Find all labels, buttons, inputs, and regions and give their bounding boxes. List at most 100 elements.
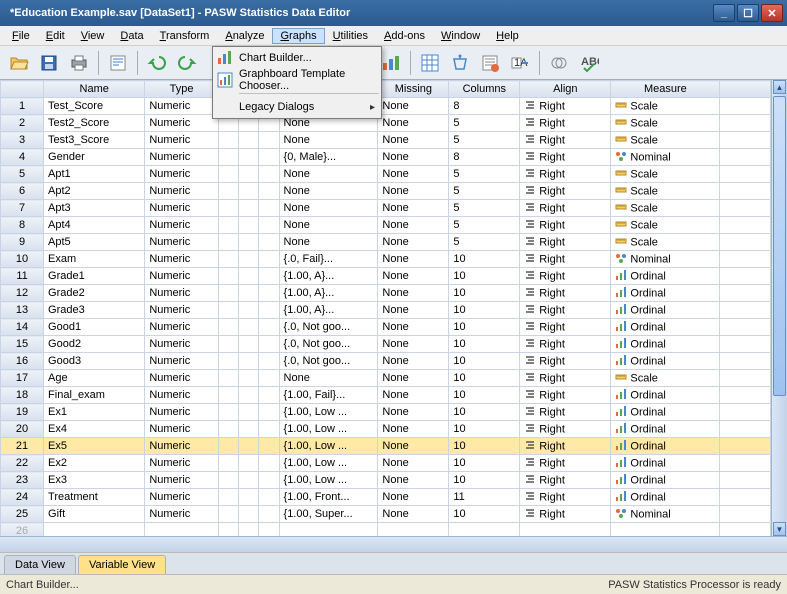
cell-missing[interactable]: None [378, 421, 449, 438]
cell-values[interactable]: None [279, 183, 378, 200]
cell-width[interactable] [218, 353, 238, 370]
cell-label[interactable] [259, 217, 279, 234]
col-header-missing[interactable]: Missing [378, 81, 449, 98]
cell-missing[interactable]: None [378, 251, 449, 268]
table-row-empty[interactable]: 26 [1, 523, 771, 537]
cell-type[interactable]: Numeric [145, 421, 218, 438]
row-header[interactable]: 4 [1, 149, 44, 166]
menu-addons[interactable]: Add-ons [376, 28, 433, 44]
cell-width[interactable] [218, 370, 238, 387]
table-row[interactable]: 22Ex2Numeric{1.00, Low ...None10RightOrd… [1, 455, 771, 472]
cell-type[interactable]: Numeric [145, 404, 218, 421]
cell-width[interactable] [218, 149, 238, 166]
cell-align[interactable]: Right [520, 234, 611, 251]
recall-icon[interactable] [105, 50, 131, 76]
table-row[interactable]: 13Grade3Numeric{1.00, A}...None10RightOr… [1, 302, 771, 319]
cell-label[interactable] [259, 200, 279, 217]
cell-missing[interactable]: None [378, 132, 449, 149]
cell-label[interactable] [259, 149, 279, 166]
row-header[interactable]: 8 [1, 217, 44, 234]
cell-name[interactable]: Test_Score [44, 98, 145, 115]
cell-name[interactable]: Good1 [44, 319, 145, 336]
cell-type[interactable]: Numeric [145, 370, 218, 387]
cell-align[interactable]: Right [520, 506, 611, 523]
cell-missing[interactable]: None [378, 115, 449, 132]
cell-measure[interactable]: Ordinal [611, 285, 720, 302]
cell-missing[interactable]: None [378, 98, 449, 115]
cell-measure[interactable]: Ordinal [611, 421, 720, 438]
cell-values[interactable]: {.0, Not goo... [279, 319, 378, 336]
cell-values[interactable]: None [279, 200, 378, 217]
cell-missing[interactable]: None [378, 370, 449, 387]
table-row[interactable]: 11Grade1Numeric{1.00, A}...None10RightOr… [1, 268, 771, 285]
cell-width[interactable] [218, 455, 238, 472]
cell-align[interactable]: Right [520, 98, 611, 115]
cell-measure[interactable]: Scale [611, 132, 720, 149]
cell-name[interactable]: Treatment [44, 489, 145, 506]
cell-missing[interactable]: None [378, 506, 449, 523]
cell-decimals[interactable] [239, 506, 259, 523]
cell-align[interactable]: Right [520, 438, 611, 455]
table-row[interactable]: 6Apt2NumericNoneNone5RightScale [1, 183, 771, 200]
table-row[interactable]: 23Ex3Numeric{1.00, Low ...None10RightOrd… [1, 472, 771, 489]
table-row[interactable]: 2Test2_ScoreNumericNoneNone5RightScale [1, 115, 771, 132]
cell-type[interactable]: Numeric [145, 149, 218, 166]
cell-empty[interactable] [218, 523, 238, 537]
col-header-name[interactable]: Name [44, 81, 145, 98]
cell-label[interactable] [259, 132, 279, 149]
cell-label[interactable] [259, 183, 279, 200]
grid-icon[interactable] [417, 50, 443, 76]
cell-name[interactable]: Final_exam [44, 387, 145, 404]
cell-measure[interactable]: Nominal [611, 506, 720, 523]
cell-decimals[interactable] [239, 166, 259, 183]
cell-missing[interactable]: None [378, 268, 449, 285]
menu-edit[interactable]: Edit [38, 28, 73, 44]
tab-data-view[interactable]: Data View [4, 555, 76, 574]
cell-missing[interactable]: None [378, 353, 449, 370]
cell-width[interactable] [218, 251, 238, 268]
cell-values[interactable]: {1.00, A}... [279, 302, 378, 319]
cell-decimals[interactable] [239, 336, 259, 353]
cell-width[interactable] [218, 506, 238, 523]
cell-values[interactable]: {1.00, A}... [279, 285, 378, 302]
row-header[interactable]: 25 [1, 506, 44, 523]
cell-align[interactable]: Right [520, 217, 611, 234]
cell-values[interactable]: {1.00, Low ... [279, 472, 378, 489]
cell-width[interactable] [218, 319, 238, 336]
row-header[interactable]: 20 [1, 421, 44, 438]
cell-values[interactable]: None [279, 370, 378, 387]
cell-label[interactable] [259, 353, 279, 370]
menu-help[interactable]: Help [488, 28, 527, 44]
cell-decimals[interactable] [239, 285, 259, 302]
cell-name[interactable]: Apt2 [44, 183, 145, 200]
cell-missing[interactable]: None [378, 336, 449, 353]
table-row[interactable]: 5Apt1NumericNoneNone5RightScale [1, 166, 771, 183]
cell-columns[interactable]: 5 [449, 115, 520, 132]
titlebar[interactable]: *Education Example.sav [DataSet1] - PASW… [0, 0, 787, 26]
row-header[interactable]: 7 [1, 200, 44, 217]
cell-columns[interactable]: 5 [449, 166, 520, 183]
table-row[interactable]: 17AgeNumericNoneNone10RightScale [1, 370, 771, 387]
undo-icon[interactable] [144, 50, 170, 76]
minimize-button[interactable]: _ [713, 4, 735, 22]
cell-type[interactable]: Numeric [145, 166, 218, 183]
cell-measure[interactable]: Scale [611, 370, 720, 387]
cell-name[interactable]: Exam [44, 251, 145, 268]
cell-align[interactable]: Right [520, 455, 611, 472]
cell-decimals[interactable] [239, 319, 259, 336]
cell-columns[interactable]: 10 [449, 268, 520, 285]
cell-columns[interactable]: 10 [449, 302, 520, 319]
tab-variable-view[interactable]: Variable View [78, 555, 166, 574]
cell-align[interactable]: Right [520, 251, 611, 268]
table-row[interactable]: 3Test3_ScoreNumericNoneNone5RightScale [1, 132, 771, 149]
cell-missing[interactable]: None [378, 217, 449, 234]
cell-decimals[interactable] [239, 200, 259, 217]
cell-empty[interactable] [44, 523, 145, 537]
row-header[interactable]: 12 [1, 285, 44, 302]
cell-measure[interactable]: Ordinal [611, 404, 720, 421]
cell-measure[interactable]: Scale [611, 217, 720, 234]
cell-columns[interactable]: 10 [449, 404, 520, 421]
cell-decimals[interactable] [239, 302, 259, 319]
select-cases-icon[interactable] [477, 50, 503, 76]
row-header[interactable]: 1 [1, 98, 44, 115]
